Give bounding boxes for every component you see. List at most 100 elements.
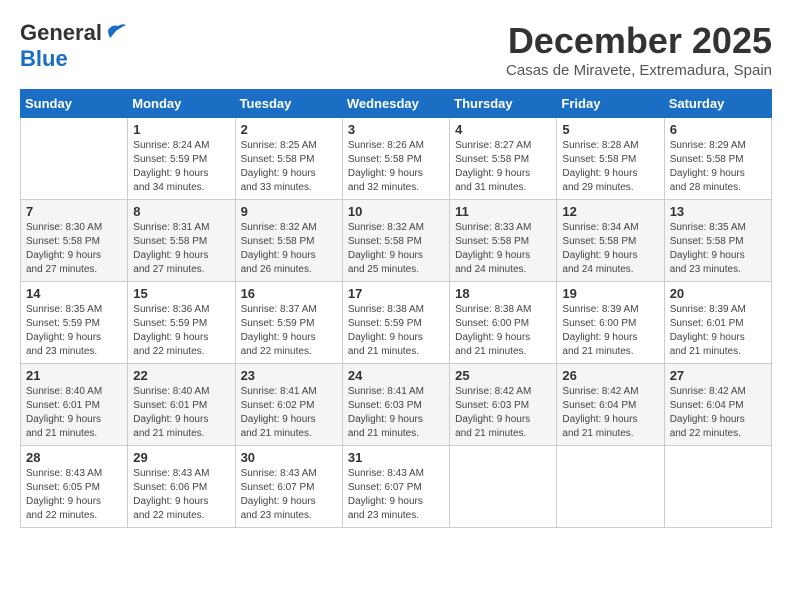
day-info: Sunrise: 8:42 AMSunset: 6:03 PMDaylight:… <box>455 385 551 441</box>
calendar-cell: 30Sunrise: 8:43 AMSunset: 6:07 PMDayligh… <box>235 446 342 528</box>
week-row-2: 14 Sunrise: 8:35 AMSunset: 5:59 PMDayligh… <box>21 282 772 364</box>
calendar-cell: 10Sunrise: 8:32 AMSunset: 5:58 PMDayligh… <box>342 200 449 282</box>
day-number: 29 <box>133 450 229 465</box>
header-friday: Friday <box>557 90 664 118</box>
day-info: Sunrise: 8:38 AMSunset: 5:59 PMDaylight:… <box>348 303 444 359</box>
day-number: 7 <box>26 204 122 219</box>
page-header: General Blue December 2025 Casas de Mira… <box>20 20 772 79</box>
day-number: 20 <box>670 286 766 301</box>
day-number: 17 <box>348 286 444 301</box>
day-number: 22 <box>133 368 229 383</box>
day-number: 1 <box>133 122 229 137</box>
logo-blue-text: Blue <box>20 46 68 72</box>
day-info: Sunrise: 8:30 AMSunset: 5:58 PMDaylight:… <box>26 221 122 277</box>
day-info: Sunrise: 8:41 AMSunset: 6:03 PMDaylight:… <box>348 385 444 441</box>
day-info: Sunrise: 8:26 AMSunset: 5:58 PMDaylight:… <box>348 139 444 195</box>
day-info: Sunrise: 8:43 AMSunset: 6:05 PMDaylight:… <box>26 467 122 523</box>
day-number: 4 <box>455 122 551 137</box>
day-number: 2 <box>241 122 337 137</box>
day-info: Sunrise: 8:32 AMSunset: 5:58 PMDaylight:… <box>348 221 444 277</box>
day-number: 24 <box>348 368 444 383</box>
day-info: Sunrise: 8:35 AMSunset: 5:59 PMDaylight:… <box>26 303 122 359</box>
day-info: Sunrise: 8:43 AMSunset: 6:07 PMDaylight:… <box>348 467 444 523</box>
day-info: Sunrise: 8:33 AMSunset: 5:58 PMDaylight:… <box>455 221 551 277</box>
day-number: 31 <box>348 450 444 465</box>
calendar-cell: 5 Sunrise: 8:28 AMSunset: 5:58 PMDaylight… <box>557 118 664 200</box>
week-row-1: 7 Sunrise: 8:30 AMSunset: 5:58 PMDaylight… <box>21 200 772 282</box>
calendar-cell: 26 Sunrise: 8:42 AMSunset: 6:04 PMDayligh… <box>557 364 664 446</box>
calendar-cell: 28Sunrise: 8:43 AMSunset: 6:05 PMDayligh… <box>21 446 128 528</box>
header-row: SundayMondayTuesdayWednesdayThursdayFrid… <box>21 90 772 118</box>
week-row-3: 21Sunrise: 8:40 AMSunset: 6:01 PMDayligh… <box>21 364 772 446</box>
calendar-cell <box>21 118 128 200</box>
day-number: 3 <box>348 122 444 137</box>
calendar-cell <box>664 446 771 528</box>
calendar-cell: 17 Sunrise: 8:38 AMSunset: 5:59 PMDayligh… <box>342 282 449 364</box>
calendar-cell: 7 Sunrise: 8:30 AMSunset: 5:58 PMDaylight… <box>21 200 128 282</box>
calendar-cell: 2Sunrise: 8:25 AMSunset: 5:58 PMDaylight… <box>235 118 342 200</box>
day-number: 6 <box>670 122 766 137</box>
day-info: Sunrise: 8:37 AMSunset: 5:59 PMDaylight:… <box>241 303 337 359</box>
day-number: 13 <box>670 204 766 219</box>
calendar-cell: 12 Sunrise: 8:34 AMSunset: 5:58 PMDayligh… <box>557 200 664 282</box>
day-number: 11 <box>455 204 551 219</box>
day-info: Sunrise: 8:35 AMSunset: 5:58 PMDaylight:… <box>670 221 766 277</box>
day-info: Sunrise: 8:34 AMSunset: 5:58 PMDaylight:… <box>562 221 658 277</box>
calendar-cell: 31 Sunrise: 8:43 AMSunset: 6:07 PMDayligh… <box>342 446 449 528</box>
day-number: 9 <box>241 204 337 219</box>
week-row-4: 28Sunrise: 8:43 AMSunset: 6:05 PMDayligh… <box>21 446 772 528</box>
calendar-cell: 15Sunrise: 8:36 AMSunset: 5:59 PMDayligh… <box>128 282 235 364</box>
day-info: Sunrise: 8:42 AMSunset: 6:04 PMDaylight:… <box>670 385 766 441</box>
calendar-cell: 3 Sunrise: 8:26 AMSunset: 5:58 PMDaylight… <box>342 118 449 200</box>
calendar-cell: 4 Sunrise: 8:27 AMSunset: 5:58 PMDaylight… <box>450 118 557 200</box>
day-info: Sunrise: 8:32 AMSunset: 5:58 PMDaylight:… <box>241 221 337 277</box>
calendar-cell: 23 Sunrise: 8:41 AMSunset: 6:02 PMDayligh… <box>235 364 342 446</box>
header-wednesday: Wednesday <box>342 90 449 118</box>
header-saturday: Saturday <box>664 90 771 118</box>
day-info: Sunrise: 8:42 AMSunset: 6:04 PMDaylight:… <box>562 385 658 441</box>
day-info: Sunrise: 8:31 AMSunset: 5:58 PMDaylight:… <box>133 221 229 277</box>
calendar-cell <box>557 446 664 528</box>
day-number: 5 <box>562 122 658 137</box>
day-number: 14 <box>26 286 122 301</box>
day-info: Sunrise: 8:40 AMSunset: 6:01 PMDaylight:… <box>133 385 229 441</box>
day-number: 23 <box>241 368 337 383</box>
month-year-title: December 2025 <box>506 20 772 62</box>
calendar-cell: 21Sunrise: 8:40 AMSunset: 6:01 PMDayligh… <box>21 364 128 446</box>
title-block: December 2025 Casas de Miravete, Extrema… <box>506 20 772 79</box>
day-number: 8 <box>133 204 229 219</box>
week-row-0: 1 Sunrise: 8:24 AMSunset: 5:59 PMDaylight… <box>21 118 772 200</box>
day-info: Sunrise: 8:36 AMSunset: 5:59 PMDaylight:… <box>133 303 229 359</box>
header-sunday: Sunday <box>21 90 128 118</box>
calendar-cell: 11 Sunrise: 8:33 AMSunset: 5:58 PMDayligh… <box>450 200 557 282</box>
day-number: 27 <box>670 368 766 383</box>
calendar-cell: 8 Sunrise: 8:31 AMSunset: 5:58 PMDaylight… <box>128 200 235 282</box>
day-number: 26 <box>562 368 658 383</box>
calendar-header: SundayMondayTuesdayWednesdayThursdayFrid… <box>21 90 772 118</box>
day-info: Sunrise: 8:41 AMSunset: 6:02 PMDaylight:… <box>241 385 337 441</box>
header-thursday: Thursday <box>450 90 557 118</box>
logo-bird-icon <box>104 22 126 40</box>
calendar-cell <box>450 446 557 528</box>
day-info: Sunrise: 8:28 AMSunset: 5:58 PMDaylight:… <box>562 139 658 195</box>
calendar-cell: 25 Sunrise: 8:42 AMSunset: 6:03 PMDayligh… <box>450 364 557 446</box>
day-number: 25 <box>455 368 551 383</box>
day-number: 12 <box>562 204 658 219</box>
calendar-cell: 27 Sunrise: 8:42 AMSunset: 6:04 PMDayligh… <box>664 364 771 446</box>
calendar-cell: 6Sunrise: 8:29 AMSunset: 5:58 PMDaylight… <box>664 118 771 200</box>
calendar-cell: 9 Sunrise: 8:32 AMSunset: 5:58 PMDaylight… <box>235 200 342 282</box>
logo-general-text: General <box>20 20 102 46</box>
day-info: Sunrise: 8:24 AMSunset: 5:59 PMDaylight:… <box>133 139 229 195</box>
calendar-body: 1 Sunrise: 8:24 AMSunset: 5:59 PMDaylight… <box>21 118 772 528</box>
day-number: 19 <box>562 286 658 301</box>
calendar-cell: 19Sunrise: 8:39 AMSunset: 6:00 PMDayligh… <box>557 282 664 364</box>
day-info: Sunrise: 8:39 AMSunset: 6:01 PMDaylight:… <box>670 303 766 359</box>
calendar-cell: 24 Sunrise: 8:41 AMSunset: 6:03 PMDayligh… <box>342 364 449 446</box>
location-text: Casas de Miravete, Extremadura, Spain <box>506 62 772 79</box>
day-info: Sunrise: 8:43 AMSunset: 6:06 PMDaylight:… <box>133 467 229 523</box>
day-number: 30 <box>241 450 337 465</box>
calendar-cell: 29 Sunrise: 8:43 AMSunset: 6:06 PMDayligh… <box>128 446 235 528</box>
day-info: Sunrise: 8:27 AMSunset: 5:58 PMDaylight:… <box>455 139 551 195</box>
calendar-cell: 20 Sunrise: 8:39 AMSunset: 6:01 PMDayligh… <box>664 282 771 364</box>
day-number: 18 <box>455 286 551 301</box>
